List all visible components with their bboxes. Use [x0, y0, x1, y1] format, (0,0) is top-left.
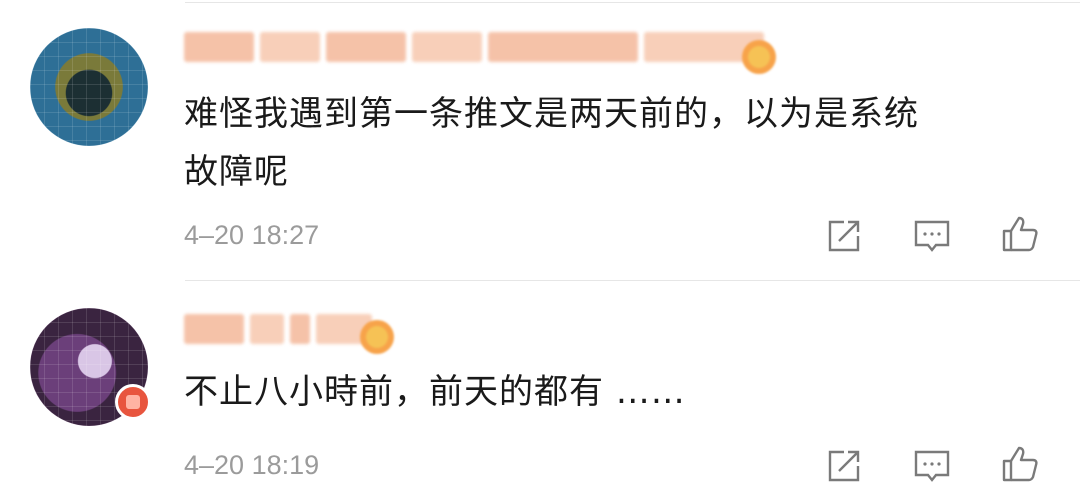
comment-text: 不止八小時前，前天的都有 ……: [184, 372, 686, 412]
comment-text-continued: 故障呢: [184, 152, 289, 192]
username-blurred[interactable]: [184, 30, 764, 64]
verified-badge-icon: [115, 384, 151, 420]
comment-item: 难怪我遇到第一条推文是两天前的，以为是系统 故障呢 4–20 18:27: [0, 0, 1080, 280]
avatar[interactable]: [30, 28, 148, 146]
comment-icon[interactable]: [912, 446, 952, 486]
comment-time: 4–20 18:27: [184, 220, 320, 250]
share-icon[interactable]: [824, 446, 864, 486]
comment-icon[interactable]: [912, 216, 952, 256]
like-icon[interactable]: [1000, 444, 1040, 484]
medal-icon: [742, 40, 776, 74]
comment-item: 不止八小時前，前天的都有 …… 4–20 18:19: [0, 280, 1080, 492]
comment-text: 难怪我遇到第一条推文是两天前的，以为是系统: [184, 94, 919, 134]
username-blurred[interactable]: [184, 312, 372, 346]
medal-icon: [360, 320, 394, 354]
share-icon[interactable]: [824, 216, 864, 256]
comment-time: 4–20 18:19: [184, 450, 320, 480]
like-icon[interactable]: [1000, 214, 1040, 254]
